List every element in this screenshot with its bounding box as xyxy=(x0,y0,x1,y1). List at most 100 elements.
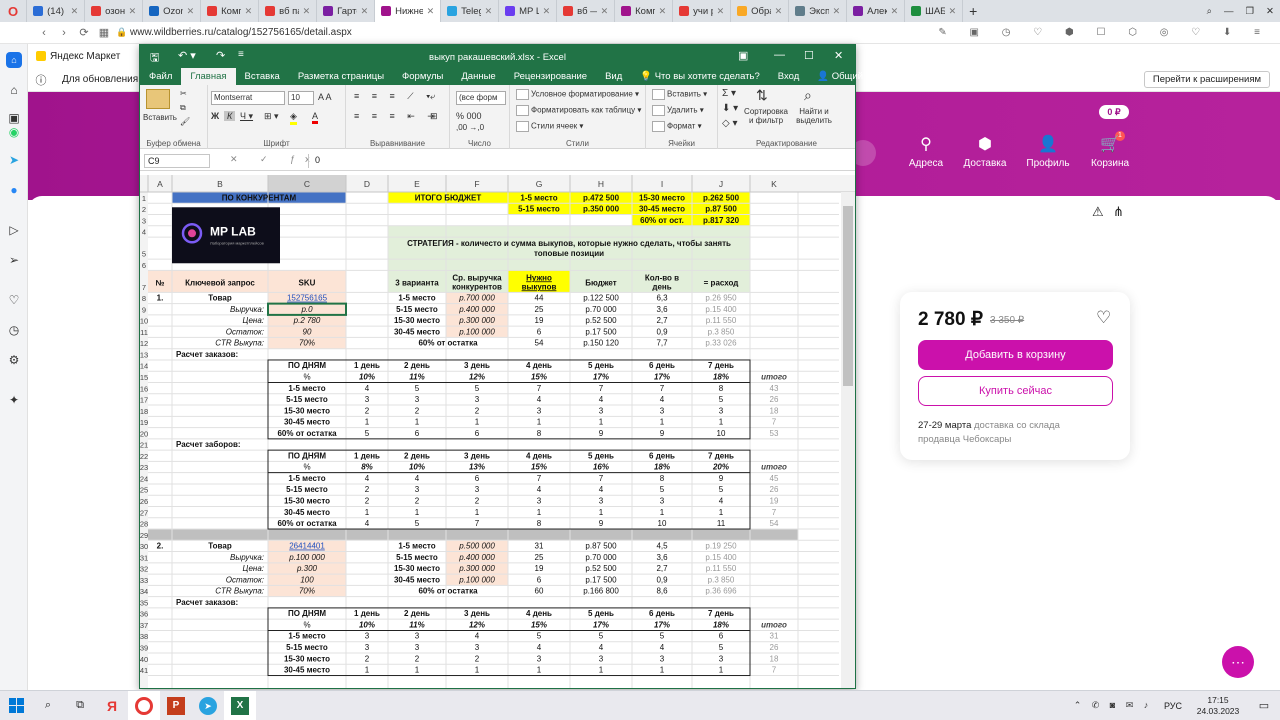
cell-I17[interactable]: 4 xyxy=(660,395,665,404)
row-header[interactable]: 22 xyxy=(140,452,148,461)
cell-C23[interactable]: % xyxy=(303,463,310,472)
name-box[interactable]: C9 xyxy=(144,154,210,168)
cell-G12[interactable]: 54 xyxy=(535,339,544,348)
column-header[interactable]: H xyxy=(598,179,604,189)
cell-I16[interactable]: 7 xyxy=(660,384,665,393)
go-to-extensions-button[interactable]: Перейти к расширениям xyxy=(1143,71,1270,88)
decimal-icons[interactable]: ,00 →,0 xyxy=(456,123,484,132)
cell-C16[interactable]: 1-5 место xyxy=(288,384,325,393)
cell-F37[interactable]: 12% xyxy=(469,620,485,629)
cell-J36[interactable]: 7 день xyxy=(708,609,734,618)
bookmark-yandex-market[interactable]: Яндекс Маркет xyxy=(36,51,120,62)
cell-A30[interactable]: 2. xyxy=(157,542,164,551)
cell-F11[interactable]: р.100 000 xyxy=(458,327,495,336)
cell-F28[interactable]: 7 xyxy=(475,519,480,528)
row-header[interactable]: 40 xyxy=(140,655,148,664)
cell-D16[interactable]: 4 xyxy=(365,384,370,393)
browser-tab[interactable]: Экспрес ✕ xyxy=(789,0,848,22)
tab-close-icon[interactable]: ✕ xyxy=(427,6,435,17)
tab-close-icon[interactable]: ✕ xyxy=(303,6,311,17)
cell-B13[interactable]: Расчет заказов: xyxy=(176,350,238,359)
cell-F40[interactable]: 2 xyxy=(475,654,480,663)
menu-tab[interactable]: Вставка xyxy=(236,68,289,85)
cell-H26[interactable]: 3 xyxy=(599,496,604,505)
cell-G7[interactable]: выкупов xyxy=(522,282,557,291)
cell-E14[interactable]: 2 день xyxy=(404,361,430,370)
cell-B9[interactable]: Выручка: xyxy=(230,305,264,314)
tab-close-icon[interactable]: ✕ xyxy=(71,6,79,17)
cell-C18[interactable]: 15-30 место xyxy=(284,406,330,415)
report-icon[interactable]: ⚠ xyxy=(1092,204,1104,220)
row-header[interactable]: 4 xyxy=(142,228,146,237)
wb-nav-1[interactable]: ⬢ Доставка xyxy=(955,134,1015,169)
browser-tab[interactable]: учи ру — ✕ xyxy=(673,0,732,22)
cell-D39[interactable]: 3 xyxy=(365,643,370,652)
cell-E1[interactable]: ИТОГО БЮДЖЕТ xyxy=(415,193,482,202)
cell-H33[interactable]: р.17 500 xyxy=(585,575,617,584)
cell-H17[interactable]: 4 xyxy=(599,395,604,404)
cell-G40[interactable]: 3 xyxy=(537,654,542,663)
row-header[interactable]: 6 xyxy=(142,261,146,270)
insert-cells-button[interactable]: Вставить ▾ xyxy=(652,89,707,100)
column-header[interactable]: G xyxy=(536,179,543,189)
tab-close-icon[interactable]: ✕ xyxy=(187,6,195,17)
cell-J9[interactable]: р.15 400 xyxy=(705,305,737,314)
wrap-text-icon[interactable]: ⤶ xyxy=(430,91,435,102)
column-header[interactable]: E xyxy=(414,179,420,189)
cell-J37[interactable]: 18% xyxy=(713,620,729,629)
cut-icon[interactable]: ✂ xyxy=(180,89,187,98)
cell-K23[interactable]: итого xyxy=(761,463,787,472)
tab-close-icon[interactable]: ✕ xyxy=(891,6,899,17)
cell-J32[interactable]: р.11 550 xyxy=(706,564,737,573)
cell-H41[interactable]: 1 xyxy=(599,666,604,675)
cell-G34[interactable]: 60 xyxy=(535,587,544,596)
menu-tab[interactable]: Рецензирование xyxy=(505,68,596,85)
cell-C40[interactable]: 15-30 место xyxy=(284,654,330,663)
tab-close-icon[interactable]: ✕ xyxy=(543,6,551,17)
back-icon[interactable]: ‹ xyxy=(34,27,54,39)
cell-K17[interactable]: 26 xyxy=(770,395,779,404)
cell-H1[interactable]: р.472 500 xyxy=(583,193,620,202)
cell-B32[interactable]: Цена: xyxy=(242,564,264,573)
cell-C20[interactable]: 60% от остатка xyxy=(277,429,337,438)
font-grow-icon[interactable]: A A xyxy=(318,92,332,102)
cell-H22[interactable]: 5 день xyxy=(588,451,614,460)
menu-tab[interactable]: Формулы xyxy=(393,68,452,85)
tab-close-icon[interactable]: ✕ xyxy=(949,6,957,17)
cell-H2[interactable]: р.350 000 xyxy=(583,205,620,214)
search-tabs-icon[interactable]: ⌕ xyxy=(1201,0,1218,22)
cell-C7[interactable]: SKU xyxy=(299,278,316,287)
cell-B8[interactable]: Товар xyxy=(208,294,232,303)
browser-tab[interactable]: Образо ✕ xyxy=(731,0,790,22)
cell-G10[interactable]: 19 xyxy=(535,316,544,325)
start-button[interactable] xyxy=(0,691,32,720)
borders-icon[interactable]: ⊞ ▾ xyxy=(264,111,279,122)
cell-I15[interactable]: 17% xyxy=(654,373,670,382)
cell-I25[interactable]: 5 xyxy=(660,485,665,494)
cell-C26[interactable]: 15-30 место xyxy=(284,496,330,505)
cell-I22[interactable]: 6 день xyxy=(649,451,675,460)
cell-F8[interactable]: р.700 000 xyxy=(458,294,495,303)
lightbulb-icon[interactable]: ✦ xyxy=(6,392,22,408)
row-header[interactable]: 8 xyxy=(142,294,146,303)
cell-C15[interactable]: % xyxy=(303,373,310,382)
tray-icons[interactable]: ⌃ ✆ ◙ ✉ ♪ xyxy=(1068,691,1158,720)
telegram-icon[interactable]: ➤ xyxy=(6,152,22,168)
cell-J3[interactable]: р.817 320 xyxy=(703,216,740,225)
formula-actions-icons[interactable]: ✕ ✓ ƒx xyxy=(230,154,320,165)
cell-E12[interactable]: 60% от остатка xyxy=(418,339,478,348)
cell-J17[interactable]: 5 xyxy=(719,395,724,404)
cell-D41[interactable]: 1 xyxy=(365,666,370,675)
row-header[interactable]: 25 xyxy=(140,486,148,495)
settings-icon[interactable]: ⚙ xyxy=(6,352,22,368)
row-header[interactable]: 34 xyxy=(140,587,148,596)
browser-tab[interactable]: Алексан ✕ xyxy=(847,0,906,22)
cell-K25[interactable]: 26 xyxy=(770,485,779,494)
cell-A7[interactable]: № xyxy=(156,278,165,287)
cell-B7[interactable]: Ключевой запрос xyxy=(185,278,255,287)
cell-J34[interactable]: р.36 696 xyxy=(705,587,737,596)
row-header[interactable]: 11 xyxy=(140,328,148,337)
cell-I39[interactable]: 4 xyxy=(660,643,665,652)
cell-H37[interactable]: 17% xyxy=(593,620,609,629)
cell-G28[interactable]: 8 xyxy=(537,519,542,528)
